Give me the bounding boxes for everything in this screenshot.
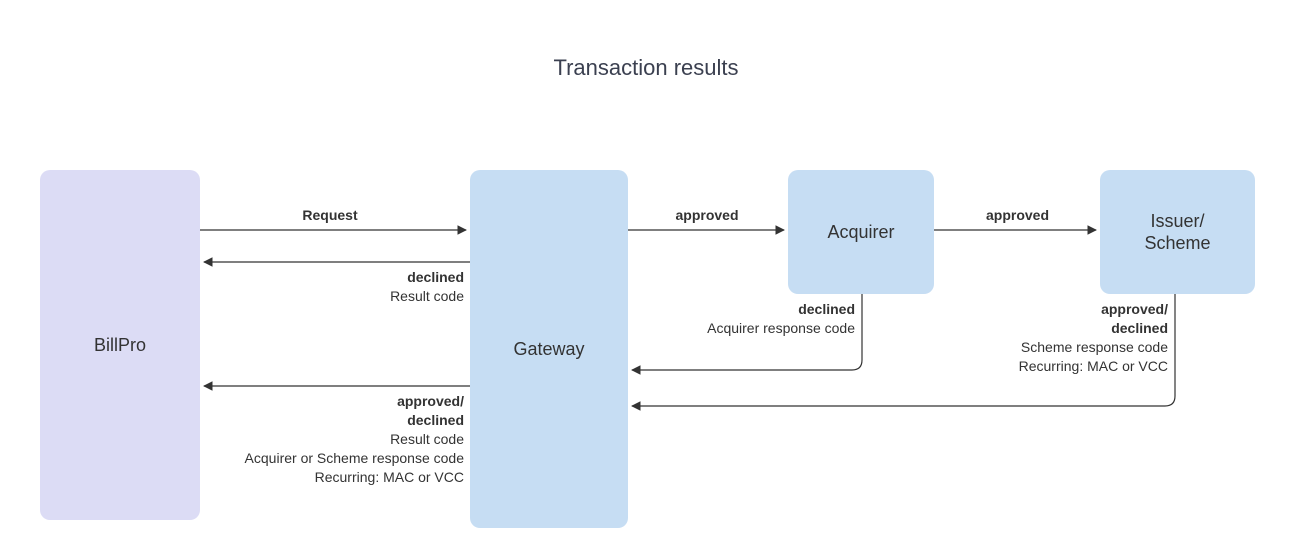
edge-acq-gw-declined-status: declined (640, 300, 855, 319)
edge-iss-gw-status: approved/ declined (940, 300, 1168, 338)
node-acquirer: Acquirer (788, 170, 934, 294)
edge-gw-bp-declined-line0: Result code (200, 287, 464, 306)
edge-acq-gw-declined-line0: Acquirer response code (640, 319, 855, 338)
edge-gw-bp-declined-status: declined (200, 268, 464, 287)
edge-gw-bp-final-label: approved/ declined Result code Acquirer … (180, 392, 464, 486)
edge-acq-gw-declined-label: declined Acquirer response code (640, 300, 855, 338)
edge-iss-gw-line0: Scheme response code (940, 338, 1168, 357)
edge-gw-bp-final-line1: Acquirer or Scheme response code (180, 449, 464, 468)
edge-gw-bp-declined-label: declined Result code (200, 268, 464, 306)
diagram-title: Transaction results (0, 55, 1292, 81)
edge-acq-iss-text: approved (986, 207, 1049, 223)
edge-gw-bp-final-line0: Result code (180, 430, 464, 449)
node-billpro-label: BillPro (94, 334, 146, 357)
edge-iss-gw-label: approved/ declined Scheme response code … (940, 300, 1168, 376)
node-issuer-label: Issuer/ Scheme (1144, 210, 1210, 255)
node-billpro: BillPro (40, 170, 200, 520)
edge-acq-iss-label: approved (920, 206, 1115, 225)
edge-gw-bp-final-status: approved/ declined (180, 392, 464, 430)
node-gateway: Gateway (470, 170, 628, 528)
node-acquirer-label: Acquirer (827, 221, 894, 244)
edge-gw-acq-text: approved (675, 207, 738, 223)
node-gateway-label: Gateway (513, 338, 584, 361)
edge-request-label: Request (200, 206, 460, 225)
edge-request-text: Request (302, 207, 357, 223)
edge-iss-gw-line1: Recurring: MAC or VCC (940, 357, 1168, 376)
edge-gw-acq-label: approved (612, 206, 802, 225)
edge-gw-bp-final-line2: Recurring: MAC or VCC (180, 468, 464, 487)
node-issuer: Issuer/ Scheme (1100, 170, 1255, 294)
